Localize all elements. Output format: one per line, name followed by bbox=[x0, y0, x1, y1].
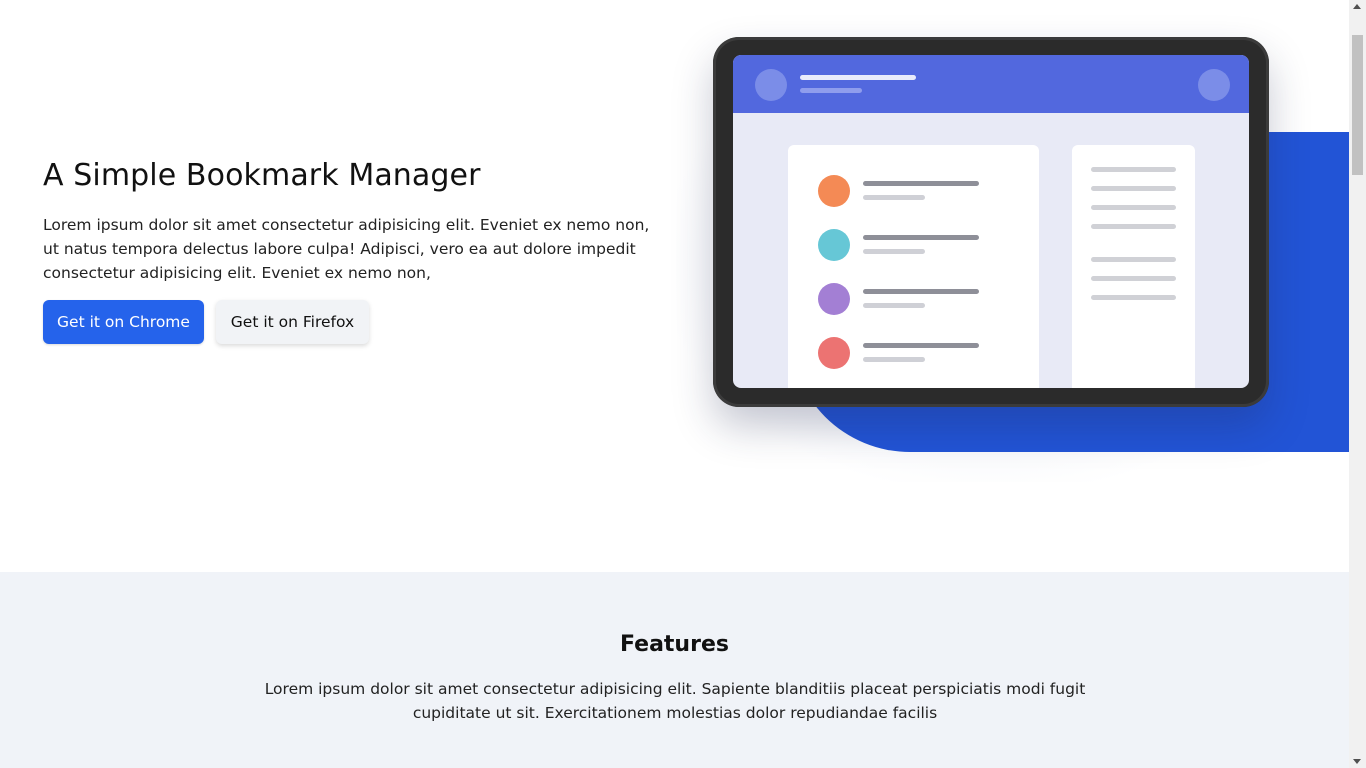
header-line-placeholder bbox=[800, 88, 862, 93]
hero-title: A Simple Bookmark Manager bbox=[43, 158, 481, 193]
sidebar-line-placeholder bbox=[1091, 257, 1176, 262]
sidebar-line-placeholder bbox=[1091, 276, 1176, 281]
sidebar-line-placeholder bbox=[1091, 224, 1176, 229]
sidebar-line-placeholder bbox=[1091, 205, 1176, 210]
features-title: Features bbox=[620, 632, 729, 657]
sidebar-card bbox=[1072, 145, 1195, 388]
bookmark-dot-icon bbox=[818, 175, 850, 207]
list-line-placeholder bbox=[863, 181, 979, 186]
bookmark-list-card bbox=[788, 145, 1039, 388]
hero-section: A Simple Bookmark Manager Lorem ipsum do… bbox=[0, 0, 1349, 572]
tablet-screen bbox=[733, 55, 1249, 388]
sidebar-line-placeholder bbox=[1091, 186, 1176, 191]
bookmark-dot-icon bbox=[818, 337, 850, 369]
scrollbar-thumb[interactable] bbox=[1352, 35, 1363, 175]
sidebar-line-placeholder bbox=[1091, 167, 1176, 172]
list-line-placeholder bbox=[863, 195, 925, 200]
vertical-scrollbar[interactable] bbox=[1349, 0, 1366, 768]
features-section: Features Lorem ipsum dolor sit amet cons… bbox=[0, 572, 1349, 768]
list-line-placeholder bbox=[863, 343, 979, 348]
get-on-firefox-button[interactable]: Get it on Firefox bbox=[216, 300, 369, 344]
list-line-placeholder bbox=[863, 303, 925, 308]
list-line-placeholder bbox=[863, 289, 979, 294]
menu-placeholder-icon bbox=[1198, 69, 1230, 101]
scroll-down-icon[interactable] bbox=[1353, 759, 1361, 764]
list-line-placeholder bbox=[863, 357, 925, 362]
tablet-illustration bbox=[713, 37, 1269, 407]
get-on-chrome-button[interactable]: Get it on Chrome bbox=[43, 300, 204, 344]
scroll-up-icon[interactable] bbox=[1353, 4, 1361, 9]
sidebar-line-placeholder bbox=[1091, 295, 1176, 300]
header-line-placeholder bbox=[800, 75, 916, 80]
features-description: Lorem ipsum dolor sit amet consectetur a… bbox=[264, 680, 1086, 722]
bookmark-dot-icon bbox=[818, 229, 850, 261]
list-line-placeholder bbox=[863, 249, 925, 254]
list-line-placeholder bbox=[863, 235, 979, 240]
hero-description: Lorem ipsum dolor sit amet consectetur a… bbox=[43, 216, 650, 282]
bookmark-dot-icon bbox=[818, 283, 850, 315]
tablet-screen-header bbox=[733, 55, 1249, 113]
avatar-placeholder-icon bbox=[755, 69, 787, 101]
